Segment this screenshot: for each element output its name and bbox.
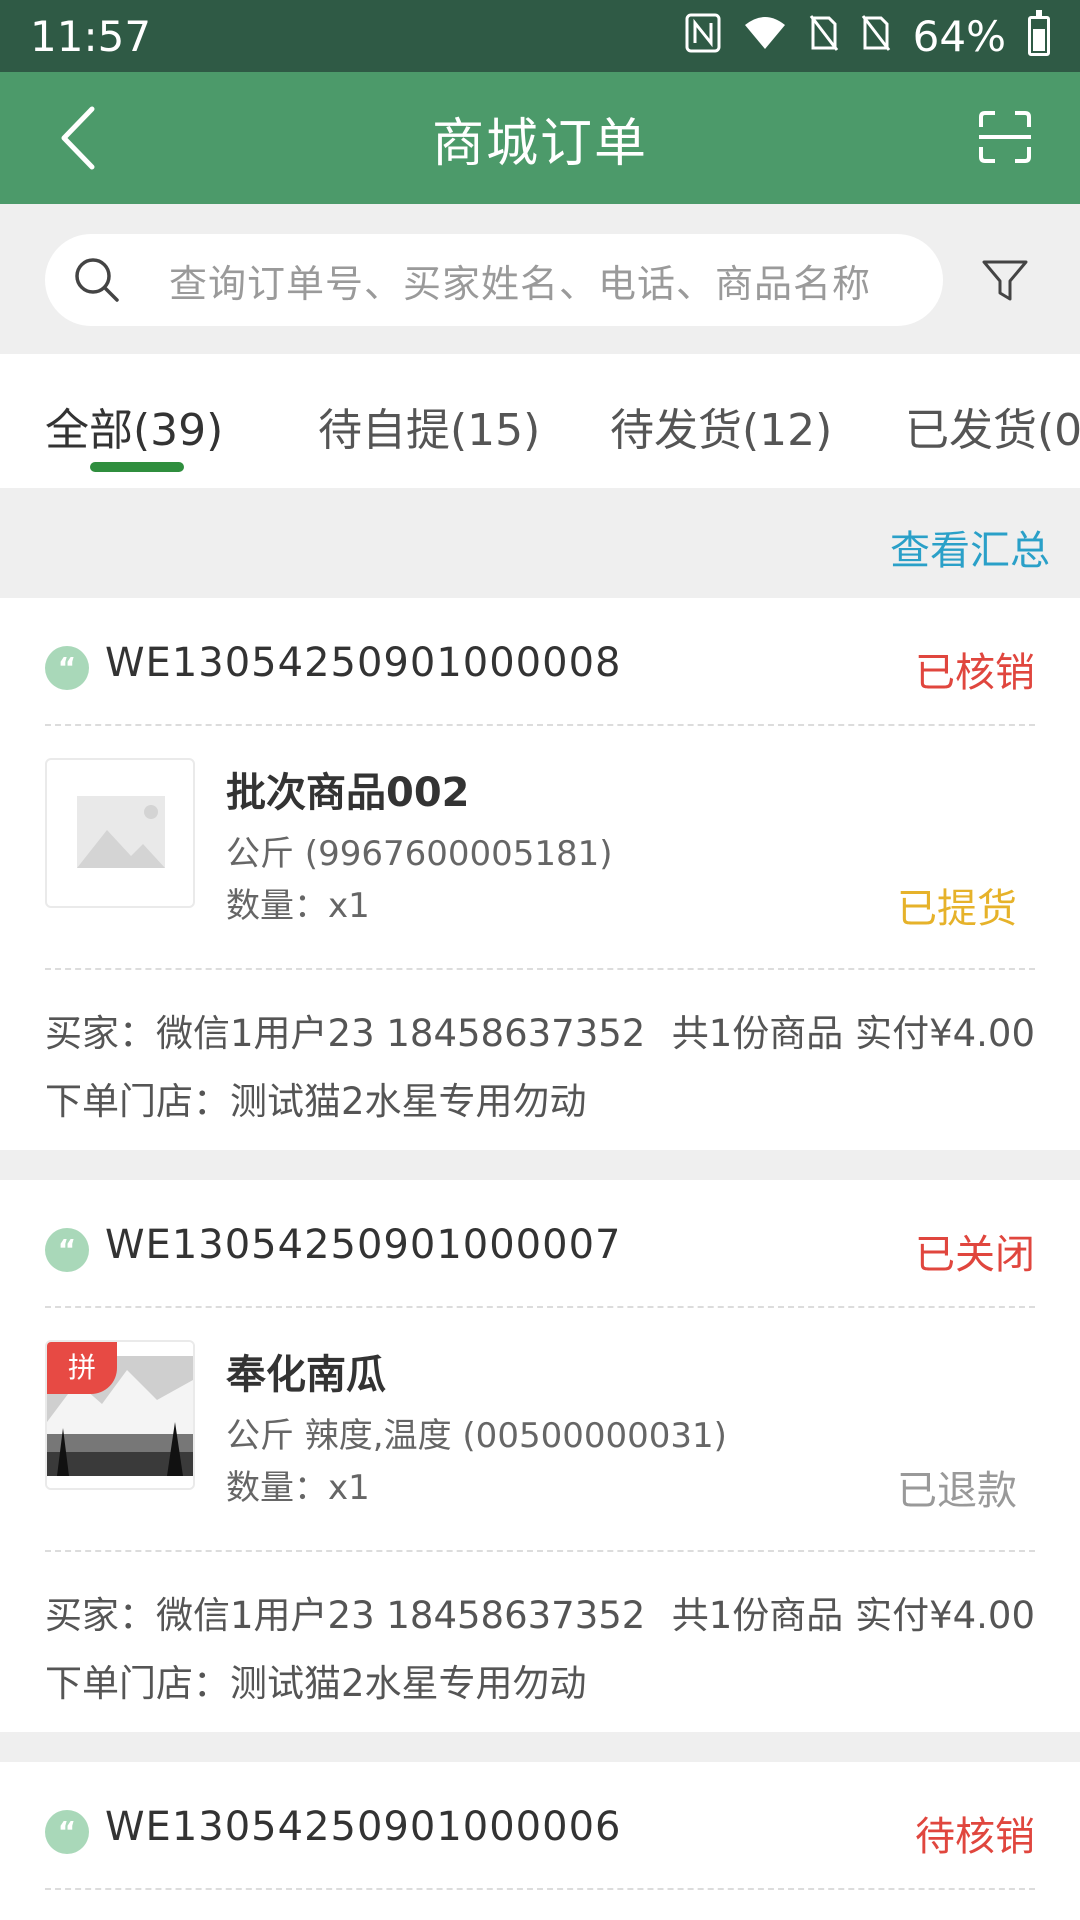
search-placeholder: 查询订单号、买家姓名、电话、商品名称	[169, 261, 872, 306]
nfc-icon	[685, 13, 721, 59]
scan-button[interactable]	[970, 102, 1040, 172]
product-state: 已退款	[897, 1468, 1017, 1514]
divider	[45, 968, 1035, 970]
order-card[interactable]: “ WE13054250901000006 待核销	[0, 1762, 1080, 1920]
order-number: WE13054250901000006	[105, 1804, 622, 1850]
order-tabs: 全部(39) 待自提(15) 待发货(12) 已发货(0)	[0, 354, 1080, 488]
product-state: 已提货	[897, 886, 1017, 932]
image-placeholder-icon	[77, 796, 165, 868]
order-header: “ WE13054250901000006 待核销	[0, 1762, 1080, 1888]
app-bar: 商城订单	[0, 72, 1080, 204]
tab-pending-pickup[interactable]: 待自提(15)	[318, 394, 540, 458]
product-name: 批次商品002	[226, 770, 470, 816]
product-spec: 公斤 辣度,温度 (00500000031)	[226, 1416, 727, 1456]
divider	[45, 1550, 1035, 1552]
scan-icon	[979, 111, 1031, 163]
wifi-icon	[743, 15, 787, 57]
tab-shipped[interactable]: 已发货(0)	[905, 394, 1080, 458]
order-number: WE13054250901000008	[105, 640, 622, 686]
filter-icon	[982, 260, 1028, 301]
no-sim-icon	[809, 14, 839, 58]
buyer-info: 买家：微信1用户23 18458637352	[45, 1012, 646, 1055]
filter-button[interactable]	[970, 246, 1040, 316]
order-header: “ WE13054250901000008 已核销	[0, 598, 1080, 724]
store-info: 下单门店：测试猫2水星专用勿动	[45, 1662, 587, 1705]
order-status: 待核销	[915, 1814, 1035, 1860]
order-header: “ WE13054250901000007 已关闭	[0, 1180, 1080, 1306]
search-icon	[65, 248, 129, 312]
search-input[interactable]: 查询订单号、买家姓名、电话、商品名称	[45, 234, 943, 326]
quote-icon: “	[45, 1228, 89, 1272]
chevron-left-icon	[61, 106, 95, 170]
product-quantity: 数量：x1	[226, 1468, 370, 1508]
order-number: WE13054250901000007	[105, 1222, 622, 1268]
order-status: 已关闭	[915, 1232, 1035, 1278]
divider	[45, 724, 1035, 726]
quote-icon: “	[45, 1810, 89, 1854]
back-button[interactable]	[40, 100, 116, 176]
tab-pending-shipment[interactable]: 待发货(12)	[610, 394, 832, 458]
order-status: 已核销	[915, 650, 1035, 696]
status-bar: 11:57 64%	[0, 0, 1080, 72]
order-total: 共1份商品 实付¥4.00	[671, 1012, 1035, 1055]
quote-icon: “	[45, 646, 89, 690]
clock: 11:57	[30, 11, 152, 61]
order-total: 共1份商品 实付¥4.00	[671, 1594, 1035, 1637]
product-quantity: 数量：x1	[226, 886, 370, 926]
product-thumbnail: 拼	[45, 1340, 195, 1490]
store-info: 下单门店：测试猫2水星专用勿动	[45, 1080, 587, 1123]
page-title: 商城订单	[431, 113, 648, 174]
no-sim-icon	[861, 14, 891, 58]
active-tab-indicator	[90, 462, 184, 472]
product-name: 奉化南瓜	[226, 1352, 386, 1398]
search-area: 查询订单号、买家姓名、电话、商品名称	[0, 204, 1080, 354]
status-icons: 64%	[685, 10, 1050, 61]
product-spec: 公斤 (9967600005181)	[226, 834, 613, 874]
order-card[interactable]: “ WE13054250901000007 已关闭 拼 奉化南瓜 公斤 辣度,温…	[0, 1180, 1080, 1732]
order-card[interactable]: “ WE13054250901000008 已核销 批次商品002 公斤 (99…	[0, 598, 1080, 1150]
battery-percent: 64%	[912, 11, 1006, 61]
view-summary-link[interactable]: 查看汇总	[890, 518, 1050, 576]
divider	[45, 1306, 1035, 1308]
tab-all[interactable]: 全部(39)	[45, 394, 223, 458]
group-buy-badge: 拼	[47, 1342, 117, 1394]
divider	[45, 1888, 1035, 1890]
buyer-info: 买家：微信1用户23 18458637352	[45, 1594, 646, 1637]
product-thumbnail	[45, 758, 195, 908]
summary-bar: 查看汇总	[0, 488, 1080, 598]
battery-icon	[1028, 10, 1050, 56]
